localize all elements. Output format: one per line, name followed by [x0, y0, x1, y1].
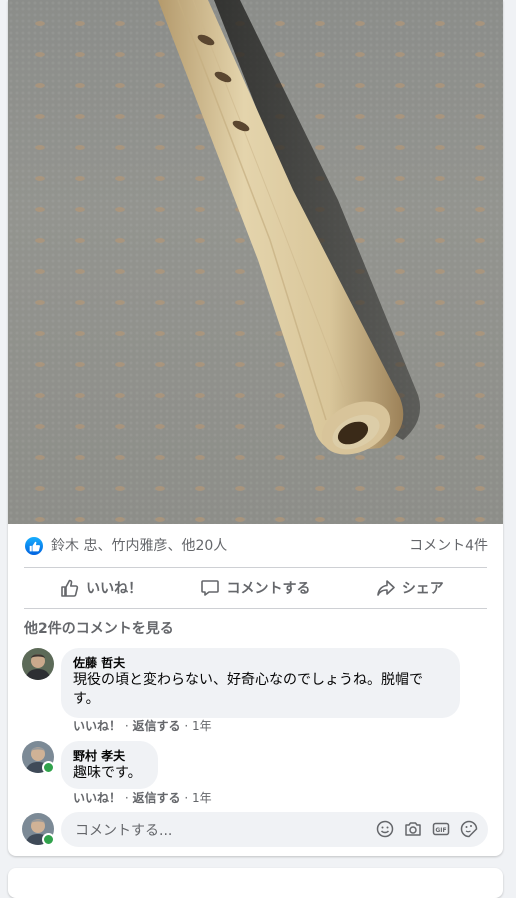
comment-meta: いいね！ · 返信する · 1年 — [73, 719, 212, 733]
share-label: シェア — [401, 581, 444, 597]
comment-like-link[interactable]: いいね！ — [73, 719, 121, 733]
gif-icon[interactable]: GIF — [432, 820, 450, 838]
comment-author[interactable]: 佐藤 哲夫 — [73, 655, 448, 671]
comment-text: 趣味です。 — [73, 765, 142, 781]
thumbs-up-icon — [60, 578, 80, 598]
next-post-card — [8, 868, 503, 898]
share-button[interactable]: シェア — [333, 568, 487, 608]
comment-time[interactable]: 1年 — [192, 719, 212, 733]
share-icon — [376, 578, 396, 598]
svg-text:GIF: GIF — [435, 827, 446, 834]
comment-time[interactable]: 1年 — [192, 791, 212, 805]
like-button[interactable]: いいね！ — [24, 568, 178, 608]
online-status-icon — [42, 833, 55, 846]
sticker-icon[interactable] — [460, 820, 478, 838]
comment-icon — [200, 578, 220, 598]
comment-reply-link[interactable]: 返信する — [132, 719, 180, 733]
avatar[interactable] — [22, 648, 54, 680]
reactors-text[interactable]: 鈴木 忠、竹内雅彦、他20人 — [51, 537, 227, 555]
online-status-icon — [42, 761, 55, 774]
like-label: いいね！ — [86, 581, 143, 597]
post-card: 鈴木 忠、竹内雅彦、他20人 コメント4件 いいね！ コメントする シェア 他2… — [8, 0, 503, 856]
action-bar: いいね！ コメントする シェア — [24, 567, 487, 609]
comment-text: 現役の頃と変わらない、好奇心なのでしょうね。脱帽で — [73, 672, 423, 688]
comment-bubble: 佐藤 哲夫 現役の頃と変わらない、好奇心なのでしょうね。脱帽で す。 — [61, 648, 460, 718]
comment-count[interactable]: コメント4件 — [409, 537, 488, 555]
comment-button[interactable]: コメントする — [178, 568, 332, 608]
comment-input[interactable] — [73, 812, 367, 849]
like-icon[interactable] — [25, 537, 43, 555]
comment-like-link[interactable]: いいね！ — [73, 791, 121, 805]
comment-author[interactable]: 野村 孝夫 — [73, 748, 146, 764]
reactions-row: 鈴木 忠、竹内雅彦、他20人 コメント4件 — [8, 526, 503, 566]
comment-text-cont: す。 — [73, 691, 100, 707]
flute-illustration — [158, 0, 421, 455]
comment-label: コメントする — [226, 581, 311, 597]
view-more-comments-link[interactable]: 他2件のコメントを見る — [24, 618, 174, 638]
composer-icons: GIF — [376, 820, 478, 838]
post-photo[interactable] — [8, 0, 503, 524]
comment-reply-link[interactable]: 返信する — [132, 791, 180, 805]
comment-bubble: 野村 孝夫 趣味です。 — [61, 741, 158, 789]
comment-meta: いいね！ · 返信する · 1年 — [73, 791, 212, 805]
comment-composer[interactable]: GIF — [61, 812, 488, 849]
camera-icon[interactable] — [404, 820, 422, 838]
emoji-icon[interactable] — [376, 820, 394, 838]
